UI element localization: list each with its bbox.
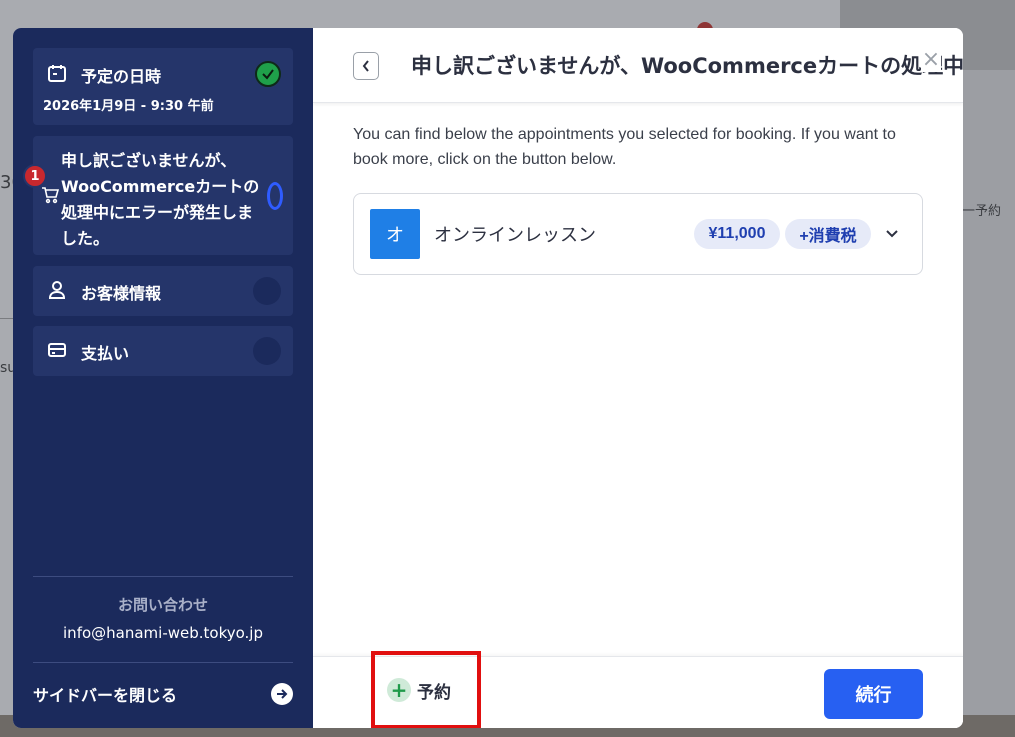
step-date-time[interactable]: 予定の日時 2026年1月9日 - 9:30 午前 [33, 48, 293, 125]
check-icon [255, 61, 281, 87]
cart-icon [41, 186, 60, 204]
step-date-time-value: 2026年1月9日 - 9:30 午前 [43, 99, 214, 114]
chevron-down-icon[interactable] [884, 224, 900, 244]
modal-footer: + 予約 続行 [313, 651, 963, 728]
chevron-left-icon [362, 60, 369, 72]
add-booking-label: 予約 [417, 682, 451, 703]
modal-header: 申し訳ございませんが、WooCommerceカートの処理中 × [313, 28, 963, 103]
background-divider [0, 318, 13, 319]
add-booking-button[interactable]: + 予約 [371, 651, 481, 728]
calendar-icon [47, 63, 69, 85]
step-date-time-label: 予定の日時 [81, 67, 162, 86]
step-customer-info[interactable]: お客様情報 [33, 266, 293, 316]
page-title: 申し訳ございませんが、WooCommerceカートの処理中 [411, 54, 963, 78]
service-avatar: オ [370, 209, 420, 259]
intro-text: You can find below the appointments you … [353, 126, 896, 168]
booking-main: 申し訳ございませんが、WooCommerceカートの処理中 × You can … [313, 28, 963, 728]
booking-sidebar: 予定の日時 2026年1月9日 - 9:30 午前 1 申し訳ございませんが、W… [13, 28, 313, 728]
booking-modal: 予定の日時 2026年1月9日 - 9:30 午前 1 申し訳ございませんが、W… [13, 28, 963, 728]
service-card[interactable]: オ オンラインレッスン ¥11,000 +消費税 [353, 193, 923, 275]
step-payment-label: 支払い [81, 344, 130, 363]
step-status-indicator [253, 277, 281, 305]
credit-card-icon [47, 340, 69, 362]
tax-badge: +消費税 [785, 219, 871, 249]
step-customer-info-label: お客様情報 [81, 284, 162, 303]
background-booking-text: 一予約 [962, 204, 1002, 219]
back-button[interactable] [353, 52, 379, 80]
sidebar-divider [33, 662, 293, 663]
close-sidebar-label: サイドバーを閉じる [33, 686, 178, 705]
continue-button[interactable]: 続行 [824, 669, 923, 719]
contact-email[interactable]: info@hanami-web.tokyo.jp [33, 624, 293, 642]
arrow-right-icon [271, 683, 293, 705]
loading-spinner-icon [267, 182, 283, 210]
step-cart-label: 申し訳ございませんが、WooCommerceカートの処理中にエラーが発生しました… [61, 151, 260, 248]
cart-count-badge: 1 [23, 164, 47, 188]
step-cart[interactable]: 1 申し訳ございませんが、WooCommerceカートの処理中にエラーが発生しま… [23, 136, 293, 255]
price-badge: ¥11,000 [694, 219, 780, 249]
step-payment[interactable]: 支払い [33, 326, 293, 376]
user-icon [47, 280, 69, 302]
close-icon[interactable]: × [921, 48, 941, 72]
service-name: オンラインレッスン [434, 225, 596, 246]
step-status-indicator [253, 337, 281, 365]
plus-icon: + [387, 678, 411, 702]
close-sidebar-button[interactable]: サイドバーを閉じる [33, 679, 293, 709]
sidebar-divider [33, 576, 293, 577]
contact-label: お問い合わせ [117, 596, 208, 614]
